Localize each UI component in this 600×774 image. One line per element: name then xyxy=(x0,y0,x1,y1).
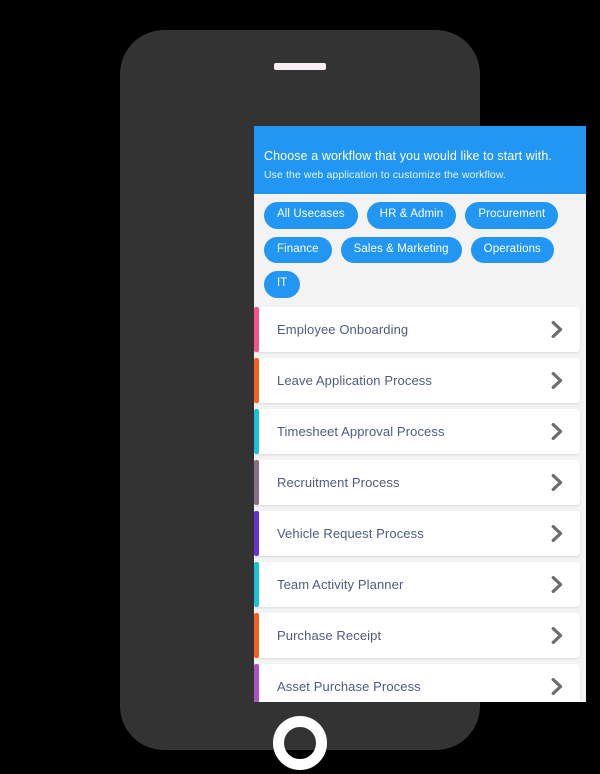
phone-device-frame: Choose a workflow that you would like to… xyxy=(120,30,586,770)
workflow-label: Employee Onboarding xyxy=(277,321,409,337)
chevron-right-icon[interactable] xyxy=(551,575,580,593)
chevron-right-icon[interactable] xyxy=(551,626,580,644)
filter-chip-procurement[interactable]: Procurement xyxy=(465,202,559,229)
chevron-right-icon[interactable] xyxy=(551,422,580,440)
phone-screen: Choose a workflow that you would like to… xyxy=(254,126,586,702)
workflow-label: Asset Purchase Process xyxy=(277,678,421,694)
category-filter-bar: All Usecases HR & Admin Procurement Finance… xyxy=(254,194,586,307)
workflow-label: Vehicle Request Process xyxy=(277,525,424,541)
filter-chip-all-usecases[interactable]: All Usecases xyxy=(264,202,358,229)
workflow-list[interactable]: Employee Onboarding Leave Application Pro… xyxy=(254,306,586,702)
table-row[interactable]: Purchase Receipt xyxy=(254,612,580,658)
filter-chip-hr-admin[interactable]: HR & Admin xyxy=(366,202,457,229)
table-row[interactable]: Recruitment Process xyxy=(254,459,580,505)
chevron-right-icon[interactable] xyxy=(551,473,580,491)
table-row[interactable]: Leave Application Process xyxy=(254,357,580,403)
chevron-right-icon[interactable] xyxy=(551,371,580,389)
filter-chip-finance[interactable]: Finance xyxy=(264,236,332,263)
header-subtitle: Use the web application to customize the… xyxy=(264,169,506,181)
table-row[interactable]: Employee Onboarding xyxy=(254,306,580,352)
chevron-right-icon[interactable] xyxy=(551,524,580,542)
filter-chip-sales-marketing[interactable]: Sales & Marketing xyxy=(340,236,462,263)
filter-chip-it[interactable]: IT xyxy=(264,271,301,298)
earpiece-speaker xyxy=(274,63,326,70)
home-button[interactable] xyxy=(273,716,327,770)
workflow-label: Purchase Receipt xyxy=(277,627,382,643)
filter-chip-operations[interactable]: Operations xyxy=(470,236,554,263)
table-row[interactable]: Timesheet Approval Process xyxy=(254,408,580,454)
table-row[interactable]: Vehicle Request Process xyxy=(254,510,580,556)
table-row[interactable]: Team Activity Planner xyxy=(254,561,580,607)
chevron-right-icon[interactable] xyxy=(551,320,580,338)
screenshot-stage: Choose a workflow that you would like to… xyxy=(0,0,600,774)
workflow-label: Leave Application Process xyxy=(277,372,432,388)
table-row[interactable]: Asset Purchase Process xyxy=(254,663,580,702)
workflow-label: Recruitment Process xyxy=(277,474,400,490)
header-title: Choose a workflow that you would like to… xyxy=(264,149,552,163)
workflow-label: Timesheet Approval Process xyxy=(277,423,445,439)
workflow-label: Team Activity Planner xyxy=(277,576,404,592)
chevron-right-icon[interactable] xyxy=(551,677,580,695)
app-header: Choose a workflow that you would like to… xyxy=(254,126,586,194)
